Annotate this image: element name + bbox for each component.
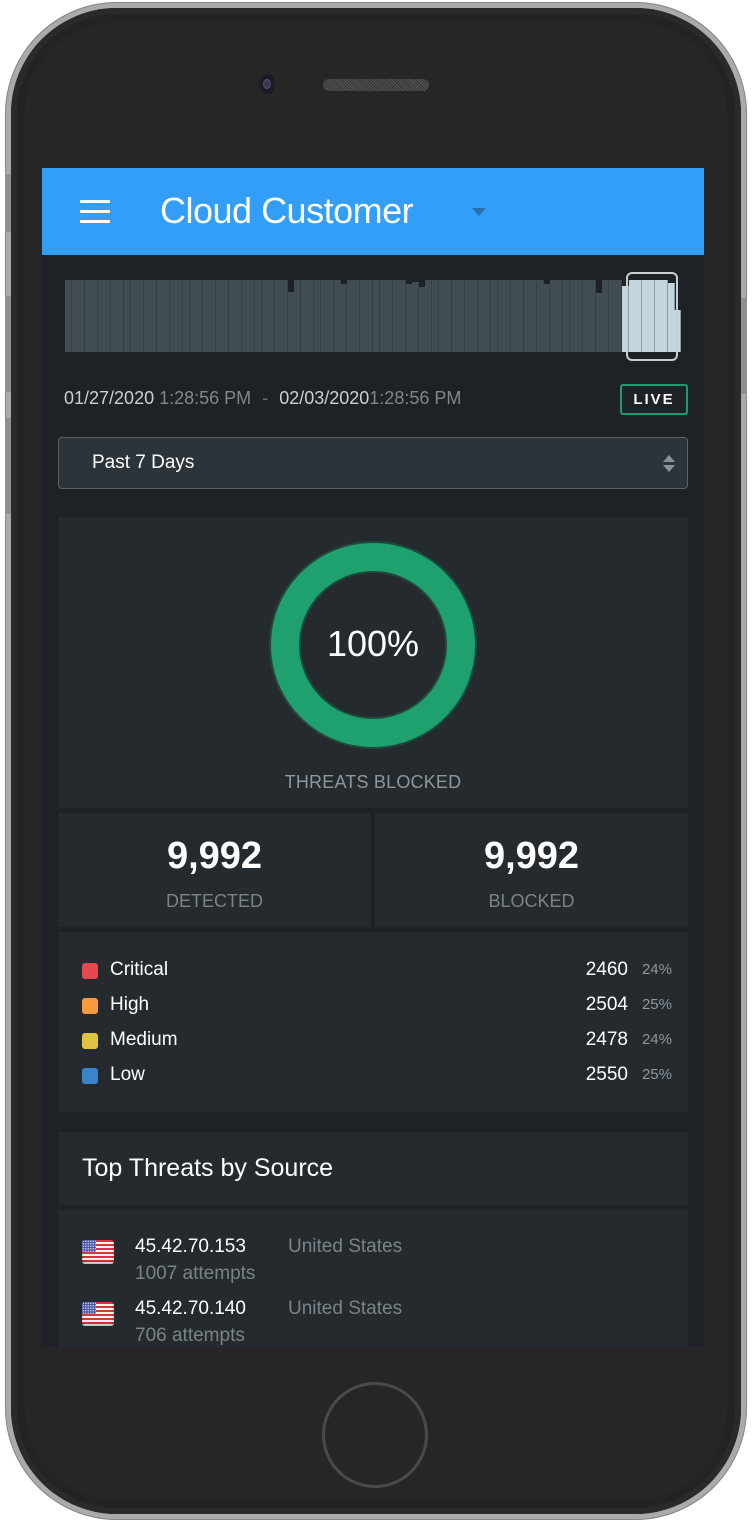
severity-count: 2478 [585, 1029, 628, 1050]
detected-stat: 9,992 DETECTED [58, 813, 371, 927]
source-ip: 45.42.70.153 [135, 1236, 246, 1257]
source-attempts: 706 attempts [135, 1325, 245, 1346]
severity-count: 2504 [585, 994, 628, 1015]
date-separator: - [262, 388, 269, 408]
hamburger-menu-icon[interactable] [80, 200, 110, 224]
severity-row-critical: Critical 2460 24% [82, 958, 672, 982]
threats-blocked-card: 100% THREATS BLOCKED [58, 517, 688, 808]
us-flag-icon [82, 1240, 114, 1264]
severity-percent: 24% [641, 961, 672, 978]
timeline-bars [65, 280, 682, 352]
low-swatch [82, 1068, 98, 1084]
severity-name: Medium [110, 1029, 178, 1050]
timeline-histogram[interactable] [65, 266, 682, 366]
power-button [741, 298, 747, 394]
front-camera [259, 74, 275, 94]
high-swatch [82, 998, 98, 1014]
gauge-percent: 100% [326, 623, 420, 664]
threat-source-item[interactable]: 45.42.70.140 United States 706 attempts [82, 1298, 672, 1347]
caret-down-icon[interactable] [472, 208, 486, 216]
severity-percent: 25% [641, 996, 672, 1013]
end-date: 02/03/2020 [279, 388, 370, 408]
home-button[interactable] [322, 1382, 428, 1488]
severity-name: Critical [110, 959, 169, 980]
source-attempts: 1007 attempts [135, 1263, 256, 1284]
period-select-value: Past 7 Days [92, 452, 195, 473]
start-time: 1:28:56 PM [159, 388, 252, 408]
threat-source-item[interactable]: 45.42.70.153 United States 1007 attempts [82, 1236, 672, 1292]
medium-swatch [82, 1033, 98, 1049]
severity-name: Low [110, 1064, 145, 1085]
detected-count: 9,992 [166, 835, 263, 877]
severity-count: 2460 [585, 959, 628, 980]
detected-label: DETECTED [165, 891, 263, 911]
start-date: 01/27/2020 [64, 388, 155, 408]
gauge-label: THREATS BLOCKED [284, 772, 462, 792]
blocked-stat: 9,992 BLOCKED [375, 813, 688, 927]
us-flag-icon [82, 1302, 114, 1326]
severity-name: High [110, 994, 150, 1015]
app-screen: Cloud Customer 01/27/2020 1:28:56 PM - 0… [42, 168, 704, 1347]
app-title[interactable]: Cloud Customer [160, 190, 414, 232]
severity-percent: 25% [641, 1066, 672, 1083]
threats-blocked-gauge: 100% [269, 541, 477, 749]
source-country: United States [288, 1236, 403, 1257]
live-button[interactable]: LIVE [620, 384, 688, 415]
severity-breakdown: Critical 2460 24% High 2504 25% Medium 2… [58, 932, 688, 1112]
critical-swatch [82, 963, 98, 979]
source-country: United States [288, 1298, 403, 1319]
timeline-selection-brush[interactable] [626, 272, 678, 361]
earpiece-speaker [323, 79, 429, 91]
severity-row-medium: Medium 2478 24% [82, 1028, 672, 1052]
end-time: 1:28:56 PM [369, 388, 462, 408]
app-header: Cloud Customer [42, 168, 704, 255]
period-select[interactable]: Past 7 Days [58, 437, 688, 489]
source-ip: 45.42.70.140 [135, 1298, 246, 1319]
blocked-label: BLOCKED [488, 891, 575, 911]
top-threats-title: Top Threats by Source [82, 1154, 334, 1182]
severity-row-high: High 2504 25% [82, 993, 672, 1017]
date-range: 01/27/2020 1:28:56 PM - 02/03/20201:28:5… [64, 388, 461, 409]
select-arrows-icon [663, 455, 675, 473]
severity-count: 2550 [585, 1064, 628, 1085]
top-threats-header: Top Threats by Source [58, 1132, 688, 1205]
severity-row-low: Low 2550 25% [82, 1063, 672, 1087]
severity-percent: 24% [641, 1031, 672, 1048]
top-threats-list: 45.42.70.153 United States 1007 attempts… [58, 1210, 688, 1347]
blocked-count: 9,992 [483, 835, 580, 877]
